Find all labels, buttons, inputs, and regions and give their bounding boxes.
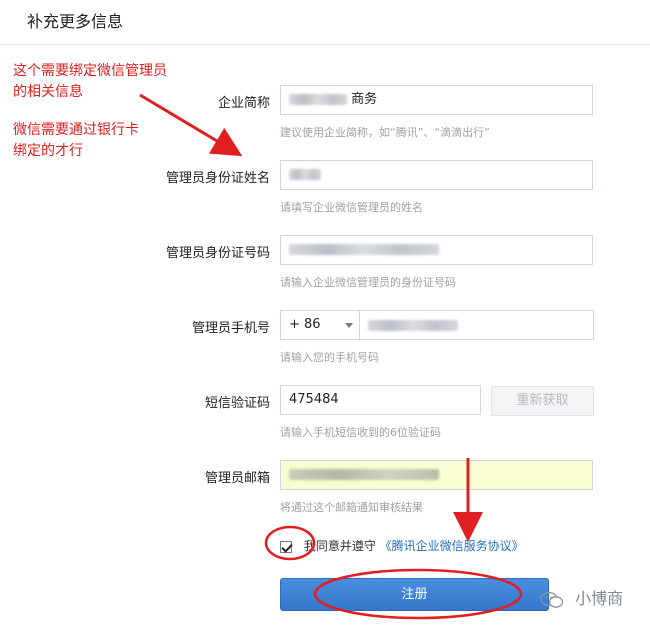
annotation-overlay: [139, 93, 523, 620]
annotation-arrow-1: [139, 93, 243, 157]
annotation-circle-register: [313, 568, 523, 620]
annotation-circle-checkbox: [264, 525, 316, 561]
